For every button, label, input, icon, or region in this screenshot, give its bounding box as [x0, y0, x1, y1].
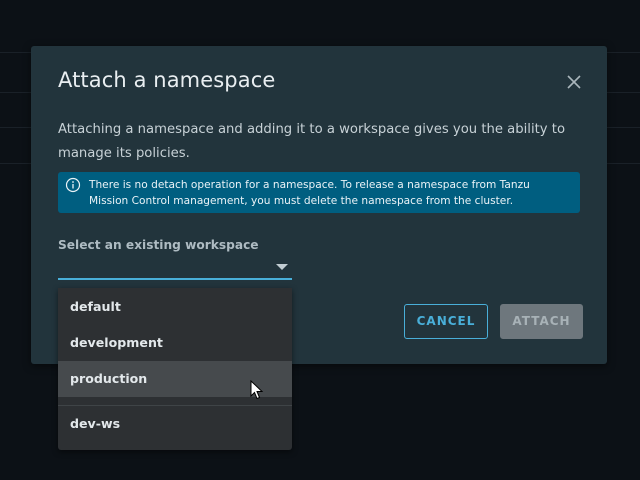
- dropdown-option-default[interactable]: default: [58, 289, 292, 325]
- dropdown-option-dev-ws[interactable]: dev-ws: [58, 406, 292, 442]
- mouse-pointer-icon: [250, 380, 264, 400]
- close-button[interactable]: [565, 73, 583, 91]
- cancel-button[interactable]: CANCEL: [404, 304, 488, 339]
- workspace-select[interactable]: [58, 256, 292, 280]
- attach-button[interactable]: ATTACH: [500, 304, 583, 339]
- info-alert: There is no detach operation for a names…: [58, 172, 580, 213]
- workspace-select-label: Select an existing workspace: [58, 238, 259, 252]
- alert-text: There is no detach operation for a names…: [89, 179, 530, 207]
- close-icon: [567, 75, 581, 89]
- caret-down-icon: [276, 264, 288, 270]
- info-circle-icon: [65, 177, 81, 193]
- dropdown-option-development[interactable]: development: [58, 325, 292, 361]
- modal-description: Attaching a namespace and adding it to a…: [58, 122, 566, 161]
- modal-title: Attach a namespace: [58, 68, 276, 92]
- workspace-dropdown-menu: default development production dev-ws: [58, 288, 292, 450]
